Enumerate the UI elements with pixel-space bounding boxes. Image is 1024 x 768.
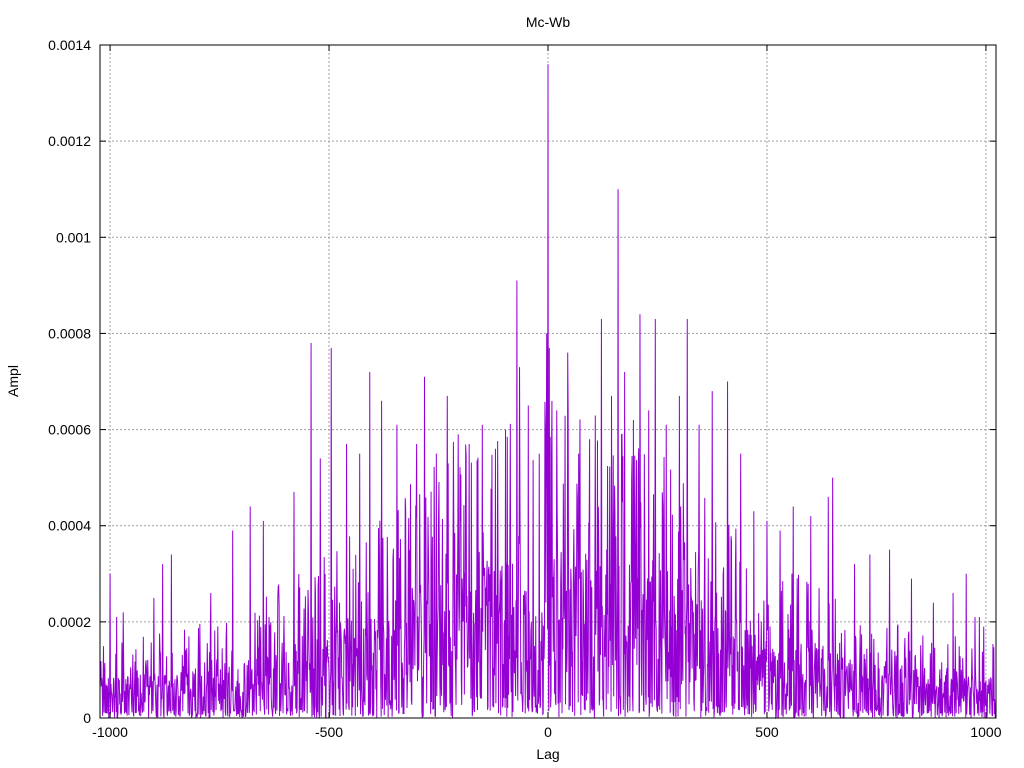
y-tick-label: 0.0008	[48, 325, 91, 341]
y-axis-title: Ampl	[5, 365, 21, 397]
y-tick-label: 0.0012	[48, 133, 91, 149]
x-tick-label: 500	[755, 724, 779, 740]
chart-title: Mc-Wb	[526, 14, 571, 30]
x-tick-label: 1000	[970, 724, 1001, 740]
y-tick-label: 0.0004	[48, 518, 91, 534]
y-tick-label: 0.0002	[48, 614, 91, 630]
correlation-chart: -1000 -500 0 500 1000 0 0.0002 0.0004 0.0006 0.00…	[5, 14, 1002, 762]
x-axis-title: Lag	[536, 746, 559, 762]
y-tick-label: 0.001	[56, 229, 91, 245]
y-tick-label: 0.0006	[48, 422, 91, 438]
x-tick-label: -1000	[92, 724, 128, 740]
y-tick-label: 0	[83, 710, 91, 726]
y-tick-label: 0.0014	[48, 37, 91, 53]
series-layer	[99, 64, 997, 720]
series-line	[99, 64, 997, 720]
x-tick-label: 0	[544, 724, 552, 740]
x-tick-label: -500	[315, 724, 343, 740]
